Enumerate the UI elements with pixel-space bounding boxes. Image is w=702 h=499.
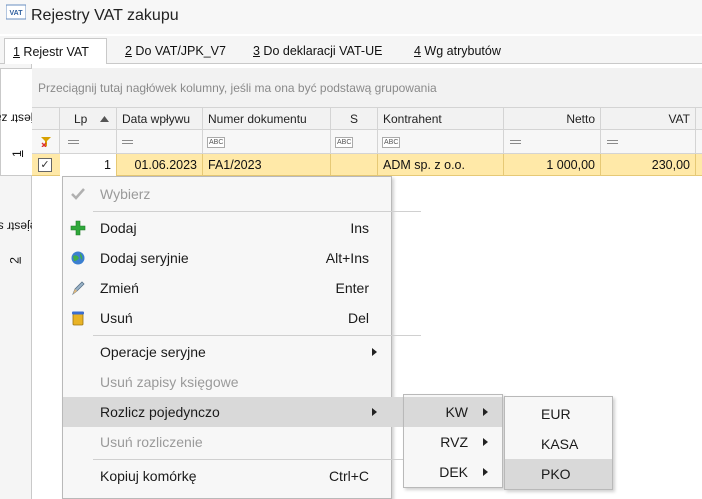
cell-data-wplywu[interactable]: 01.06.2023 bbox=[117, 154, 203, 176]
side-tab-rejestr-spr[interactable]: 2 Rejestr spr. bbox=[0, 180, 45, 280]
menu-item-dodaj-seryjnie[interactable]: Dodaj seryjnie Alt+Ins bbox=[63, 243, 391, 273]
menu-item-kopiuj-komorke[interactable]: Kopiuj komórkę Ctrl+C bbox=[63, 461, 391, 491]
filter-text-icon: ABC bbox=[335, 137, 354, 148]
checkmark-icon bbox=[71, 188, 85, 200]
submenu-arrow-icon bbox=[372, 408, 377, 416]
submenu-item-eur[interactable]: EUR bbox=[505, 399, 612, 429]
menu-item-wybierz[interactable]: Wybierz bbox=[63, 179, 391, 209]
context-menu: Wybierz Dodaj Ins Dodaj seryjnie Alt+Ins Z… bbox=[62, 176, 421, 499]
header-data-wplywu[interactable]: Data wpływu bbox=[117, 108, 203, 130]
menu-separator bbox=[93, 211, 421, 212]
submenu-item-pko[interactable]: PKO bbox=[505, 459, 612, 489]
submenu-item-rvz[interactable]: RVZ bbox=[404, 427, 502, 457]
vat-icon-text: VAT bbox=[10, 10, 24, 17]
submenu-rozlicz: KW RVZ DEK bbox=[403, 394, 503, 488]
cell-kontrahent[interactable]: ADM sp. z o.o. bbox=[378, 154, 504, 176]
filter-numer-dokumentu[interactable]: ABC bbox=[203, 130, 331, 154]
window-title: Rejestry VAT zakupu bbox=[31, 7, 179, 24]
header-numer-dokumentu[interactable]: Numer dokumentu bbox=[203, 108, 331, 130]
menu-item-zmien[interactable]: Zmień Enter bbox=[63, 273, 391, 303]
menu-item-usun-rozliczenie[interactable]: Usuń rozliczenie bbox=[63, 427, 391, 457]
cell-vat[interactable]: 230,00 bbox=[601, 154, 696, 176]
menu-item-rozlicz-pojedynczo[interactable]: Rozlicz pojedynczo bbox=[63, 397, 403, 427]
sort-ascending-icon bbox=[100, 116, 109, 122]
header-lp[interactable]: Lp bbox=[60, 108, 117, 130]
filter-text-icon: ABC bbox=[207, 137, 226, 148]
filter-s[interactable]: ABC bbox=[331, 130, 378, 154]
filter-clear-icon[interactable] bbox=[41, 137, 51, 147]
menu-separator bbox=[93, 335, 421, 336]
cell-lp[interactable]: 1 bbox=[60, 154, 117, 176]
side-tab-rejestr-zak[interactable]: 1 Rejestr zak. bbox=[0, 68, 49, 176]
header-checkbox-col bbox=[32, 108, 60, 130]
tab-do-vat-jpk[interactable]: 2 Do VAT/JPK_V7 bbox=[117, 38, 243, 64]
filter-text-icon: ABC bbox=[382, 137, 401, 148]
header-vat[interactable]: VAT bbox=[601, 108, 696, 130]
tab-wg-atrybutow[interactable]: 4 Wg atrybutów bbox=[406, 38, 514, 64]
menu-item-usun[interactable]: Usuń Del bbox=[63, 303, 391, 333]
tab-do-deklaracji-vat-ue[interactable]: 3 Do deklaracji VAT-UE bbox=[245, 38, 405, 64]
filter-lp[interactable] bbox=[60, 130, 117, 154]
submenu-item-kasa[interactable]: KASA bbox=[505, 429, 612, 459]
vat-register-icon: VAT bbox=[6, 4, 26, 20]
cell-numer-dokumentu[interactable]: FA1/2023 bbox=[203, 154, 331, 176]
pencil-icon bbox=[72, 281, 85, 296]
submenu-item-dek[interactable]: DEK bbox=[404, 457, 502, 487]
filter-equals-icon bbox=[68, 140, 79, 144]
filter-equals-icon bbox=[510, 140, 521, 144]
filter-equals-icon bbox=[122, 140, 133, 144]
filter-netto[interactable] bbox=[504, 130, 601, 154]
filter-clear-cell[interactable] bbox=[32, 130, 60, 154]
submenu-kw: EUR KASA PKO bbox=[504, 396, 613, 490]
menu-item-operacje-seryjne[interactable]: Operacje seryjne bbox=[63, 337, 391, 367]
header-kontrahent[interactable]: Kontrahent bbox=[378, 108, 504, 130]
header-netto[interactable]: Netto bbox=[504, 108, 601, 130]
cell-netto[interactable]: 1 000,00 bbox=[504, 154, 601, 176]
plus-icon bbox=[70, 220, 86, 236]
row-checkbox[interactable]: ✓ bbox=[38, 158, 52, 172]
submenu-arrow-icon bbox=[483, 468, 488, 476]
submenu-arrow-icon bbox=[372, 348, 377, 356]
header-s[interactable]: S bbox=[331, 108, 378, 130]
menu-item-dodaj[interactable]: Dodaj Ins bbox=[63, 213, 391, 243]
filter-equals-icon bbox=[607, 140, 618, 144]
globe-add-icon bbox=[71, 251, 85, 265]
menu-separator bbox=[93, 459, 421, 460]
filter-kontrahent[interactable]: ABC bbox=[378, 130, 504, 154]
filter-vat[interactable] bbox=[601, 130, 696, 154]
submenu-arrow-icon bbox=[483, 438, 488, 446]
filter-data-wplywu[interactable] bbox=[117, 130, 203, 154]
group-by-hint: Przeciągnij tutaj nagłówek kolumny, jeśl… bbox=[38, 81, 437, 95]
tab-rejestr-vat[interactable]: 1 Rejestr VAT bbox=[4, 38, 107, 65]
menu-item-usun-zapisy-ksiegowe[interactable]: Usuń zapisy księgowe bbox=[63, 367, 391, 397]
trash-bin-icon bbox=[72, 311, 84, 326]
cell-s[interactable] bbox=[331, 154, 378, 176]
submenu-arrow-icon bbox=[483, 408, 488, 416]
submenu-item-kw[interactable]: KW bbox=[404, 397, 502, 427]
